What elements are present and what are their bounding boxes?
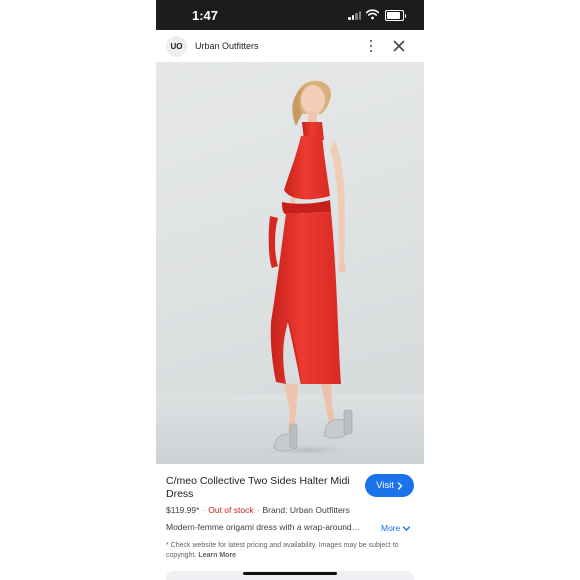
product-brand: Brand: Urban Outfitters — [262, 505, 350, 515]
product-meta: $119.99* · Out of stock · Brand: Urban Outfi… — [166, 505, 350, 515]
more-label: More — [381, 523, 401, 533]
product-price: $119.99* — [166, 505, 200, 515]
status-bar: 1:47 — [156, 0, 424, 30]
chevron-right-icon — [397, 481, 403, 490]
wifi-icon — [366, 9, 379, 20]
close-icon[interactable] — [392, 39, 406, 53]
product-image[interactable] — [156, 62, 424, 464]
separator-dot: · — [202, 505, 206, 515]
result-header: UO Urban Outfitters — [156, 30, 424, 62]
separator-dot: · — [256, 505, 260, 515]
site-logo: UO — [166, 36, 187, 57]
battery-fill — [387, 12, 400, 19]
product-title[interactable]: C/meo Collective Two Sides Halter Midi D… — [166, 475, 356, 500]
disclaimer: * Check website for latest pricing and a… — [166, 541, 416, 560]
status-time: 1:47 — [192, 8, 219, 23]
signal-icon — [348, 11, 362, 20]
home-indicator[interactable] — [243, 572, 337, 575]
more-button[interactable]: More — [381, 523, 411, 533]
visit-button[interactable]: Visit — [365, 474, 414, 497]
chevron-down-icon — [403, 525, 411, 531]
learn-more-link[interactable]: Learn More — [198, 552, 236, 559]
more-options-icon[interactable] — [364, 38, 378, 54]
battery-icon — [385, 10, 406, 21]
stock-status: Out of stock — [208, 505, 254, 515]
product-description: Modern-femme origami dress with a wrap-a… — [166, 522, 361, 532]
phone-screen: 1:47 UO Urban Outfitters C/meo Collectiv… — [156, 0, 424, 580]
visit-label: Visit — [376, 480, 394, 491]
site-name[interactable]: Urban Outfitters — [195, 41, 259, 51]
